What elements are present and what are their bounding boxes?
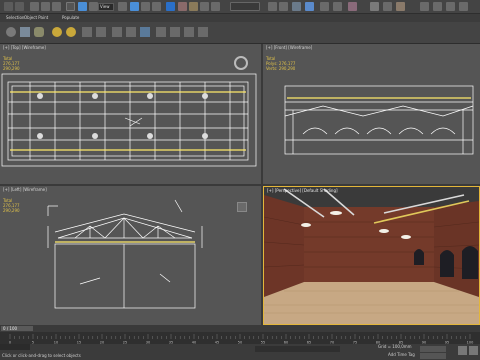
auto-key-button[interactable] — [420, 346, 446, 352]
modeling-ribbon — [0, 22, 480, 44]
render-production-icon[interactable] — [420, 2, 429, 11]
render-iterative-icon[interactable] — [446, 2, 455, 11]
space-warp-icon[interactable] — [96, 27, 106, 37]
rotate-icon[interactable] — [141, 2, 150, 11]
viewport-perspective[interactable]: [+] [Perspective] [Default Shading] — [263, 186, 480, 325]
left-view-wireframe — [47, 199, 203, 309]
layer-icon[interactable] — [292, 2, 301, 11]
box-icon[interactable] — [20, 27, 30, 37]
snap-icon[interactable] — [178, 2, 187, 11]
light-icon[interactable] — [52, 27, 62, 37]
viewport-left[interactable]: [+] [Left] [Wireframe] Total 276,177 290… — [0, 186, 261, 325]
percent-snap-icon[interactable] — [200, 2, 209, 11]
zoom-extents-icon[interactable] — [458, 346, 467, 355]
render-setup-icon[interactable] — [370, 2, 379, 11]
redo-icon[interactable] — [15, 2, 24, 11]
select-by-name-icon[interactable] — [89, 2, 98, 11]
perspective-render — [264, 187, 479, 324]
viewport-front[interactable]: [+] [Front] [Wireframe] Total Polys: 276… — [263, 44, 480, 184]
status-bar: Click or click-and-drag to select object… — [0, 344, 480, 360]
front-view-wireframe — [284, 85, 474, 155]
time-slider-bar[interactable]: 0 / 100 — [0, 325, 480, 332]
trackbar[interactable]: 0 5 10 15 20 25 30 35 40 45 50 55 60 65 70 75 80 85 90 95 10… — [0, 332, 480, 344]
render-cloud-icon[interactable] — [433, 2, 442, 11]
material-editor-icon[interactable] — [348, 2, 357, 11]
rendered-frame-icon[interactable] — [383, 2, 392, 11]
hierarchy-icon[interactable] — [156, 27, 166, 37]
scale-icon[interactable] — [152, 2, 161, 11]
systems-icon[interactable] — [112, 27, 122, 37]
coord-fields — [255, 346, 340, 352]
viewcube-icon[interactable] — [234, 56, 248, 70]
top-view-wireframe — [1, 73, 257, 167]
mirror-icon[interactable] — [268, 2, 277, 11]
pivot-icon[interactable] — [166, 2, 175, 11]
utilities-icon[interactable] — [198, 27, 208, 37]
modifier-icon[interactable] — [140, 27, 150, 37]
link-icon[interactable] — [30, 2, 39, 11]
viewport-top[interactable]: [+] [Top] [Wireframe] Total 276,177 290,… — [0, 44, 261, 184]
trackbar-ticks: 0 5 10 15 20 25 30 35 40 45 50 55 60 65 70 75 80 85 90 95 10… — [9, 334, 473, 344]
spinner-snap-icon[interactable] — [211, 2, 220, 11]
viewport-label[interactable]: [+] [Perspective] [Default Shading] — [267, 188, 338, 193]
ribbon-tab-populate[interactable]: Populate — [62, 15, 79, 20]
maxscript-listener[interactable] — [0, 344, 30, 350]
named-selection-icon[interactable] — [230, 2, 260, 11]
select-region-icon[interactable] — [118, 2, 127, 11]
grid-size: Grid = 100,0mm — [378, 344, 412, 349]
render-active-icon[interactable] — [459, 2, 468, 11]
select-object-icon[interactable] — [78, 2, 87, 11]
main-toolbar: View — [0, 0, 480, 14]
display-icon[interactable] — [184, 27, 194, 37]
schematic-icon[interactable] — [333, 2, 342, 11]
move-icon[interactable] — [130, 2, 139, 11]
select-filter-icon[interactable] — [66, 2, 75, 11]
align-icon[interactable] — [279, 2, 288, 11]
reference-coord-dropdown[interactable]: View — [98, 3, 114, 11]
curve-editor-icon[interactable] — [320, 2, 329, 11]
angle-snap-icon[interactable] — [189, 2, 198, 11]
status-prompt: Click or click-and-drag to select object… — [2, 353, 81, 358]
graphite-icon[interactable] — [305, 2, 314, 11]
orbit-icon[interactable] — [469, 346, 478, 355]
ribbon-tabs: Selection Object Paint Populate — [0, 14, 480, 22]
viewport-divider-horizontal[interactable] — [0, 184, 480, 186]
viewport-nav-icon[interactable] — [237, 202, 247, 212]
helper-icon[interactable] — [82, 27, 92, 37]
shapes-icon[interactable] — [126, 27, 136, 37]
motion-icon[interactable] — [170, 27, 180, 37]
camera-icon[interactable] — [66, 27, 76, 37]
cylinder-icon[interactable] — [34, 27, 44, 37]
render-icon[interactable] — [396, 2, 405, 11]
ribbon-tab-selection[interactable]: Selection — [6, 15, 24, 20]
undo-icon[interactable] — [4, 2, 13, 11]
unlink-icon[interactable] — [41, 2, 50, 11]
playback-controls[interactable] — [420, 353, 446, 359]
time-slider[interactable]: 0 / 100 — [1, 326, 33, 331]
bind-icon[interactable] — [52, 2, 61, 11]
sphere-icon[interactable] — [6, 27, 16, 37]
ribbon-tab-object-paint[interactable]: Object Paint — [24, 15, 48, 20]
